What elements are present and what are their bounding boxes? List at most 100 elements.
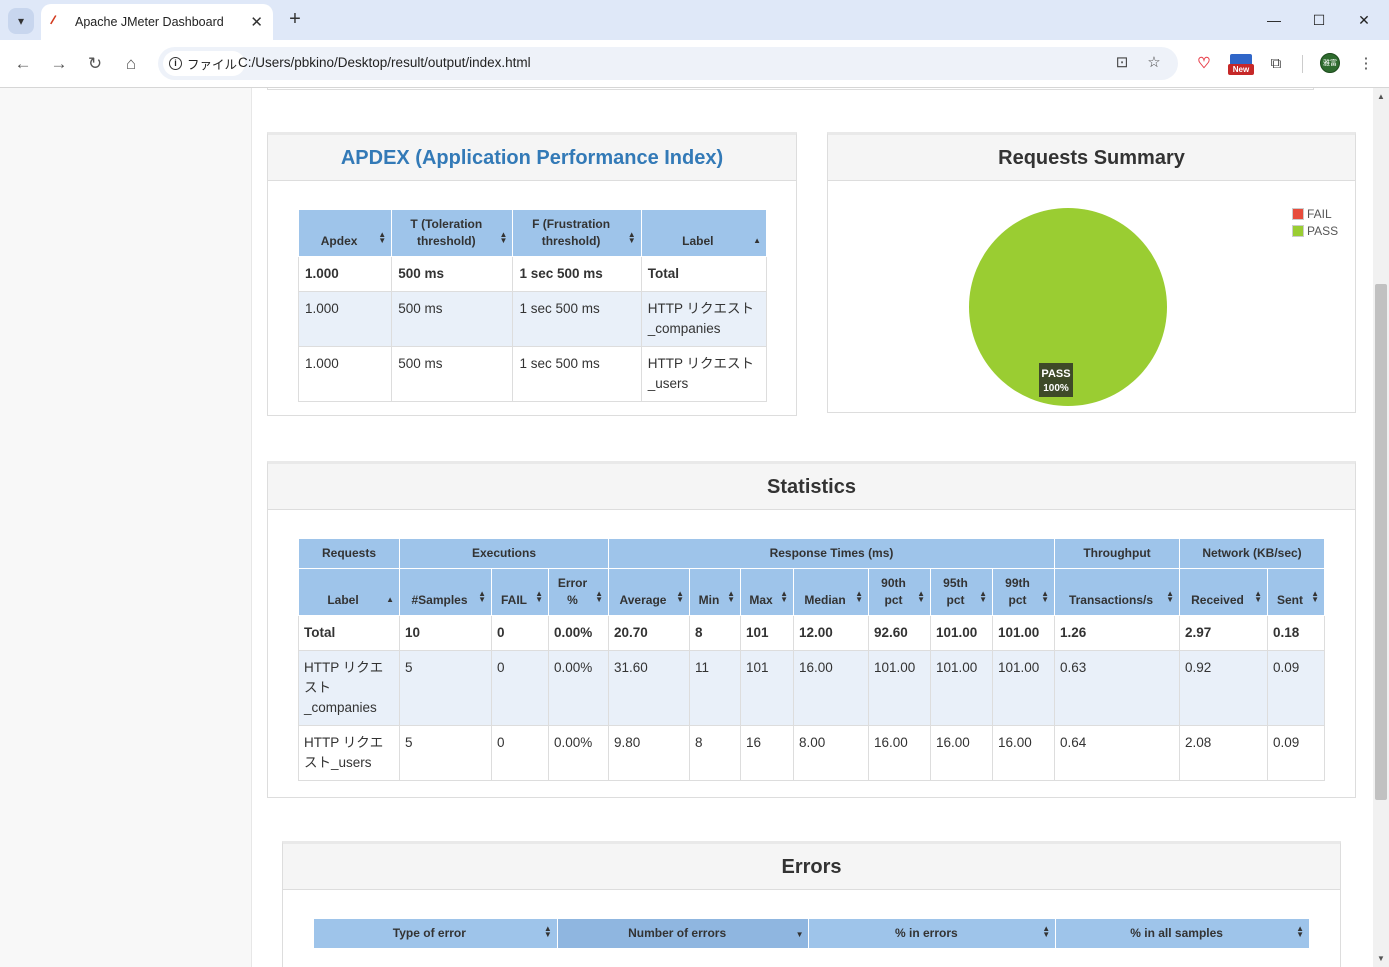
close-icon[interactable]: ✕ [250, 13, 263, 31]
minimize-button[interactable]: — [1259, 8, 1289, 32]
apdex-column-header[interactable]: F (Frustration threshold) ▲ ▼ [512, 209, 642, 257]
apdex-column-header[interactable]: T (Toleration threshold) ▲ ▼ [391, 209, 514, 257]
sort-icon: ▲ ▼ [676, 589, 684, 604]
tab-title: Apache JMeter Dashboard [75, 15, 224, 29]
sort-icon: ▲ ▼ [478, 589, 486, 604]
dashboard-sidebar [0, 88, 252, 967]
site-info-label: ファイル [187, 58, 238, 72]
sort-icon: ▲ ▼ [543, 924, 552, 939]
vertical-scrollbar[interactable]: ▲ ▼ [1373, 88, 1389, 967]
table-cell: 2.97 [1179, 615, 1268, 651]
stats-column-header[interactable]: Transactions/s ▲ ▼ [1054, 568, 1180, 616]
sort-icon: ▲ ▼ [1311, 589, 1319, 604]
table-row: HTTP リクエスト_companies 5 0 0.00% 31.60 11 101 16.… [298, 650, 1325, 726]
errors-column-header[interactable]: Number of errors ▼ [556, 918, 810, 949]
legend-item-fail[interactable]: FAIL [1292, 205, 1338, 222]
apdex-column-header[interactable]: Apdex ▲ ▼ [297, 209, 393, 257]
bookmark-star-icon[interactable]: ☆ [1144, 53, 1164, 73]
extension-new-badge[interactable]: New [1228, 54, 1254, 76]
browser-tab[interactable]: / Apache JMeter Dashboard ✕ [41, 4, 273, 40]
maximize-button[interactable]: ☐ [1304, 8, 1334, 32]
table-cell: 500 ms [391, 256, 514, 292]
table-cell: 101 [740, 650, 794, 726]
sort-icon: ▲ ▼ [627, 230, 636, 245]
errors-column-header[interactable]: % in all samples ▲ ▼ [1055, 918, 1310, 949]
requests-pie-chart: PASS 100% [969, 208, 1167, 406]
table-cell: 1.26 [1054, 615, 1180, 651]
sort-descending-icon: ▼ [795, 930, 804, 939]
table-cell: HTTP リクエスト_users [640, 346, 768, 402]
group-header: Network (KB/sec) [1179, 538, 1325, 569]
table-cell: 16.00 [992, 725, 1055, 781]
table-cell: 20.70 [608, 615, 690, 651]
extensions-puzzle-icon[interactable]: ⧉ [1264, 52, 1288, 76]
stats-column-header[interactable]: Max ▲ ▼ [740, 568, 794, 616]
window-close-button[interactable]: ✕ [1349, 8, 1379, 32]
pie-data-label: PASS 100% [1039, 363, 1073, 397]
stats-column-header[interactable]: Error % ▲ ▼ [548, 568, 609, 616]
table-cell: 101.00 [930, 615, 993, 651]
group-header: Requests [298, 538, 400, 569]
info-icon: i [169, 57, 182, 70]
previous-panel-bottom-edge [267, 88, 1314, 90]
apdex-title[interactable]: APDEX (Application Performance Index) [268, 135, 796, 181]
sort-icon: ▲ ▼ [1041, 589, 1049, 604]
forward-button[interactable]: → [47, 52, 71, 76]
tab-search-button[interactable]: ▾ [8, 8, 34, 34]
new-tab-button[interactable]: + [283, 8, 307, 32]
profile-avatar[interactable]: 雅富 [1320, 53, 1340, 73]
legend-item-pass[interactable]: PASS [1292, 222, 1338, 239]
table-cell: 500 ms [391, 291, 514, 347]
stats-column-header[interactable]: FAIL ▲ ▼ [491, 568, 549, 616]
stats-column-header[interactable]: Label ▲ [298, 568, 400, 616]
url-text[interactable]: C:/Users/pbkino/Desktop/result/output/in… [238, 55, 531, 70]
stats-column-header[interactable]: Average ▲ ▼ [608, 568, 690, 616]
new-label: New [1228, 64, 1254, 75]
table-row: HTTP リクエスト_users 5 0 0.00% 9.80 8 16 8.00 16.00 1… [298, 725, 1325, 781]
legend-swatch [1292, 207, 1304, 220]
scrollbar-thumb[interactable] [1375, 284, 1387, 800]
stats-column-header[interactable]: 95th pct ▲ ▼ [930, 568, 993, 616]
jmeter-feather-icon: / [49, 12, 58, 28]
scroll-down-icon[interactable]: ▼ [1377, 954, 1385, 963]
requests-summary-title: Requests Summary [828, 135, 1355, 181]
table-cell: 1.000 [297, 291, 393, 347]
table-cell: 0.63 [1054, 650, 1180, 726]
site-info-chip[interactable]: i ファイル [163, 51, 246, 76]
pocket-icon[interactable]: ♡ [1192, 52, 1216, 76]
table-cell: 0.00% [548, 725, 609, 781]
table-cell: 16.00 [868, 725, 931, 781]
home-button[interactable]: ⌂ [119, 52, 143, 76]
table-cell: 5 [399, 650, 492, 726]
stats-column-header[interactable]: Min ▲ ▼ [689, 568, 741, 616]
stats-column-header[interactable]: #Samples ▲ ▼ [399, 568, 492, 616]
table-cell: 101.00 [992, 615, 1055, 651]
table-row: Total 10 0 0.00% 20.70 8 101 12.00 92.60 101.00 10… [298, 615, 1325, 651]
menu-kebab-icon[interactable]: ⋮ [1354, 52, 1378, 76]
table-cell: 0.92 [1179, 650, 1268, 726]
stats-column-header[interactable]: Received ▲ ▼ [1179, 568, 1268, 616]
stats-column-header[interactable]: Sent ▲ ▼ [1267, 568, 1325, 616]
errors-panel: Errors Type of error ▲ ▼ Number of errors ▼… [282, 841, 1341, 967]
group-header: Throughput [1054, 538, 1180, 569]
apdex-table: Apdex ▲ ▼ T (Toleration threshold) ▲ ▼ F (Fr… [297, 209, 768, 402]
sort-icon: ▲ ▼ [595, 589, 603, 604]
table-cell: 1 sec 500 ms [512, 291, 642, 347]
errors-column-header[interactable]: % in errors ▲ ▼ [808, 918, 1057, 949]
table-cell: 1 sec 500 ms [512, 346, 642, 402]
table-cell: 92.60 [868, 615, 931, 651]
address-bar[interactable]: i ファイル C:/Users/pbkino/Desktop/result/ou… [158, 47, 1178, 80]
apdex-column-header[interactable]: Label ▲ [640, 209, 768, 257]
chevron-down-icon: ▾ [17, 14, 25, 28]
errors-column-header[interactable]: Type of error ▲ ▼ [313, 918, 558, 949]
table-cell: 101.00 [868, 650, 931, 726]
scroll-up-icon[interactable]: ▲ [1377, 92, 1385, 101]
stats-column-header[interactable]: Median ▲ ▼ [793, 568, 869, 616]
table-cell: HTTP リクエスト_companies [640, 291, 768, 347]
stats-column-header[interactable]: 90th pct ▲ ▼ [868, 568, 931, 616]
sort-icon: ▲ ▼ [1296, 924, 1304, 939]
stats-column-header[interactable]: 99th pct ▲ ▼ [992, 568, 1055, 616]
translate-icon[interactable]: ⊡ [1112, 53, 1132, 73]
back-button[interactable]: ← [11, 52, 35, 76]
reload-button[interactable]: ↻ [83, 52, 107, 76]
